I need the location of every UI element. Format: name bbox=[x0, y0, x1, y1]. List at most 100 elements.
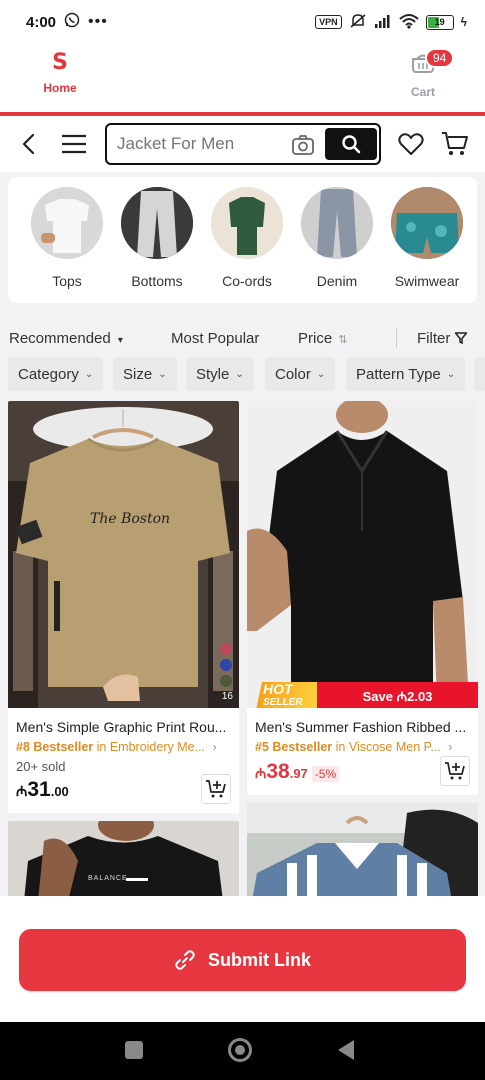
hot-label: HOT bbox=[263, 681, 293, 697]
product-card[interactable] bbox=[247, 803, 478, 901]
category-denim[interactable]: Denim bbox=[300, 187, 374, 289]
product-image[interactable] bbox=[247, 803, 478, 901]
filter-label: Filter bbox=[417, 330, 451, 347]
status-bar: 4:00 ••• VPN 19 ϟ bbox=[0, 0, 485, 44]
product-title[interactable]: Men's Summer Fashion Ribbed ... bbox=[255, 719, 471, 735]
category-co-ords-label: Co-ords bbox=[222, 273, 272, 289]
shopping-cart-icon[interactable] bbox=[441, 130, 469, 158]
category-denim-image bbox=[301, 187, 373, 259]
chevron-down-icon: ⌄ bbox=[235, 368, 244, 380]
bestseller-rank: #5 Bestseller bbox=[255, 740, 333, 754]
product-card[interactable]: HOT SELLER Save ₼2.03 Men's Summer Fashi… bbox=[247, 401, 478, 795]
price-currency: ₼ bbox=[16, 783, 28, 799]
home-circle-icon[interactable] bbox=[228, 1038, 252, 1062]
back-triangle-icon[interactable] bbox=[338, 1040, 354, 1060]
price-integer: 31 bbox=[27, 778, 51, 801]
category-co-ords-image bbox=[211, 187, 283, 259]
more-notifications-icon: ••• bbox=[88, 13, 108, 30]
product-image[interactable]: HOT SELLER Save ₼2.03 bbox=[247, 401, 478, 708]
filter-chip-pattern-type[interactable]: Pattern Type ⌄ bbox=[346, 357, 466, 391]
chevron-down-icon: ▾ bbox=[117, 335, 123, 346]
category-bottoms-label: Bottoms bbox=[131, 273, 183, 289]
product-image[interactable]: The Boston 16 bbox=[8, 401, 239, 708]
search-input[interactable] bbox=[107, 134, 277, 154]
sold-count: 20+ sold bbox=[16, 759, 66, 774]
category-tops[interactable]: Tops bbox=[30, 187, 104, 289]
search-button[interactable] bbox=[325, 128, 377, 160]
bestseller-rank: #8 Bestseller bbox=[16, 740, 94, 754]
save-banner: Save ₼2.03 bbox=[317, 682, 478, 708]
submit-link-button[interactable]: Submit Link bbox=[19, 929, 466, 991]
home-tab[interactable]: S Home bbox=[34, 50, 86, 95]
category-swimwear-image bbox=[391, 187, 463, 259]
hamburger-menu-icon[interactable] bbox=[60, 133, 88, 155]
signal-icon bbox=[374, 14, 392, 31]
app-top-nav: S Home Cart 94 bbox=[0, 44, 485, 112]
bestseller-category: in Viscose Men P... bbox=[335, 740, 441, 754]
price-currency: ₼ bbox=[255, 765, 267, 781]
sort-most-popular-label: Most Popular bbox=[171, 330, 260, 347]
filter-chip-label: Color bbox=[275, 365, 311, 383]
shirt-print-text: The Boston bbox=[90, 511, 171, 527]
category-bottoms[interactable]: Bottoms bbox=[120, 187, 194, 289]
category-co-ords[interactable]: Co-ords bbox=[210, 187, 284, 289]
product-image[interactable]: BALANCE bbox=[8, 821, 239, 901]
filter-chip-color[interactable]: Color ⌄ bbox=[265, 357, 336, 391]
filter-chip-style[interactable]: Style ⌄ bbox=[186, 357, 254, 391]
category-swimwear[interactable]: Swimwear bbox=[390, 187, 464, 289]
bestseller-badge[interactable]: #5 Bestseller in Viscose Men P... › bbox=[255, 740, 452, 754]
filter-chip-more[interactable] bbox=[474, 357, 485, 391]
filter-button[interactable]: Filter bbox=[417, 330, 468, 347]
chevron-right-icon: › bbox=[212, 740, 217, 754]
price-decimal: .00 bbox=[50, 784, 69, 799]
wishlist-heart-icon[interactable] bbox=[398, 132, 424, 156]
sort-most-popular[interactable]: Most Popular bbox=[171, 330, 259, 347]
whatsapp-icon bbox=[64, 12, 80, 32]
category-swimwear-label: Swimwear bbox=[394, 273, 460, 289]
camera-icon[interactable] bbox=[291, 134, 315, 156]
filter-chip-label: Category bbox=[18, 365, 79, 383]
sort-price[interactable]: Price ⇅ bbox=[298, 330, 348, 347]
filter-chips: Category ⌄ Size ⌄ Style ⌄ Color ⌄ Pattern Ty… bbox=[0, 356, 485, 392]
bestseller-badge[interactable]: #8 Bestseller in Embroidery Me... › bbox=[16, 740, 217, 754]
cart-tab[interactable]: Cart 94 bbox=[403, 48, 455, 99]
charging-icon: ϟ bbox=[460, 15, 467, 29]
category-carousel: Tops Bottoms Co-ords Denim Swimwear bbox=[8, 177, 477, 303]
mute-icon bbox=[349, 13, 367, 32]
search-icon bbox=[342, 135, 361, 154]
chevron-down-icon: ⌄ bbox=[84, 368, 94, 380]
funnel-icon bbox=[453, 332, 468, 345]
chevron-down-icon: ⌄ bbox=[158, 368, 167, 380]
shirt-print-text: BALANCE bbox=[88, 875, 128, 882]
link-icon bbox=[175, 950, 195, 970]
wifi-icon bbox=[398, 13, 419, 32]
product-title[interactable]: Men's Simple Graphic Print Rou... bbox=[16, 719, 232, 735]
filter-chip-label: Style bbox=[196, 365, 230, 383]
product-card[interactable]: The Boston 16 Men's Simple Graphic Print… bbox=[8, 401, 239, 813]
product-price: ₼38.97 -5% bbox=[255, 760, 340, 784]
seller-label: SELLER bbox=[263, 697, 303, 708]
submit-panel: Submit Link bbox=[0, 896, 485, 1022]
add-to-cart-button[interactable] bbox=[440, 756, 470, 786]
back-arrow-icon[interactable] bbox=[18, 132, 42, 156]
add-to-cart-icon bbox=[206, 780, 226, 798]
system-nav-bar bbox=[0, 1022, 485, 1080]
price-integer: 38 bbox=[266, 760, 290, 783]
filter-chip-category[interactable]: Category ⌄ bbox=[8, 357, 104, 391]
home-tab-label: Home bbox=[43, 81, 77, 95]
sort-price-label: Price bbox=[298, 330, 333, 347]
submit-link-label: Submit Link bbox=[208, 949, 311, 970]
add-to-cart-button[interactable] bbox=[201, 774, 231, 804]
recent-apps-icon[interactable] bbox=[125, 1041, 143, 1059]
discount-badge: -5% bbox=[311, 766, 340, 782]
filter-chip-size[interactable]: Size ⌄ bbox=[113, 357, 177, 391]
product-card[interactable]: BALANCE bbox=[8, 821, 239, 901]
cart-count-badge: 94 bbox=[425, 48, 455, 68]
sort-recommended[interactable]: Recommended ▾ bbox=[9, 330, 123, 347]
category-denim-label: Denim bbox=[316, 273, 358, 289]
brand-logo-icon: S bbox=[52, 50, 68, 75]
status-time: 4:00 bbox=[26, 13, 57, 31]
search-toolbar bbox=[0, 116, 485, 172]
hot-seller-label: HOT SELLER bbox=[263, 681, 303, 708]
chevron-down-icon: ⌄ bbox=[446, 368, 456, 380]
